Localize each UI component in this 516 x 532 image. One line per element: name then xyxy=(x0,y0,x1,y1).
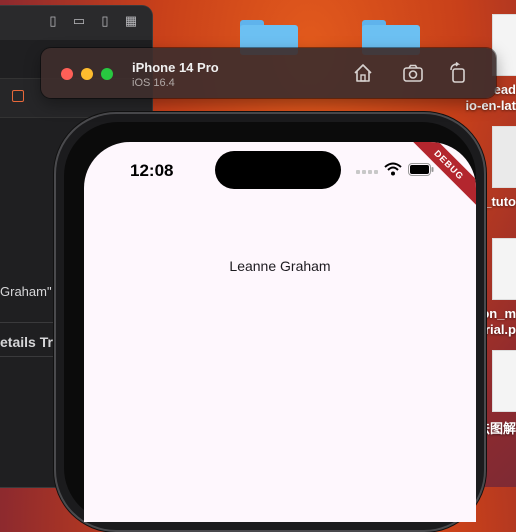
sidebar-left-icon[interactable]: ▯ xyxy=(46,14,60,28)
zoom-button[interactable] xyxy=(101,68,113,80)
file-thumbnail[interactable] xyxy=(492,350,516,412)
wifi-icon xyxy=(384,162,402,176)
file-thumbnail[interactable] xyxy=(492,238,516,300)
iphone-bezel: 12:08 DEBUG Leanne Graham xyxy=(64,122,476,522)
debug-banner: DEBUG xyxy=(403,142,476,211)
sidebar-right-icon[interactable]: ▯ xyxy=(98,14,112,28)
stop-icon[interactable] xyxy=(12,90,24,102)
device-name: iPhone 14 Pro xyxy=(132,60,219,75)
user-name-text: Leanne Graham xyxy=(229,258,331,274)
panel-bottom-icon[interactable]: ▭ xyxy=(72,14,86,28)
iphone-frame: 12:08 DEBUG Leanne Graham xyxy=(54,112,486,532)
status-time: 12:08 xyxy=(130,161,174,180)
battery-icon xyxy=(408,163,434,176)
home-icon[interactable] xyxy=(352,62,374,84)
os-version: iOS 16.4 xyxy=(132,77,175,89)
screenshot-icon[interactable] xyxy=(402,62,424,84)
file-thumbnail[interactable] xyxy=(492,126,516,188)
file-label[interactable]: io-en-lat xyxy=(465,98,516,113)
close-button[interactable] xyxy=(61,68,73,80)
simulator-toolbar: iPhone 14 Pro iOS 16.4 xyxy=(41,48,496,98)
layout-grid-icon[interactable]: ▦ xyxy=(124,14,138,28)
signal-icon xyxy=(356,170,378,174)
iphone-screen[interactable]: 12:08 DEBUG Leanne Graham xyxy=(84,142,476,522)
file-label[interactable]: on_m xyxy=(481,306,516,321)
ide-code-text: Graham" xyxy=(0,284,52,299)
file-label[interactable]: ead xyxy=(494,82,516,97)
minimize-button[interactable] xyxy=(81,68,93,80)
file-label[interactable]: rial.p xyxy=(485,322,516,337)
dynamic-island xyxy=(215,151,341,189)
details-tree-tab[interactable]: etails Tre xyxy=(0,334,61,350)
rotate-icon[interactable] xyxy=(447,62,469,84)
